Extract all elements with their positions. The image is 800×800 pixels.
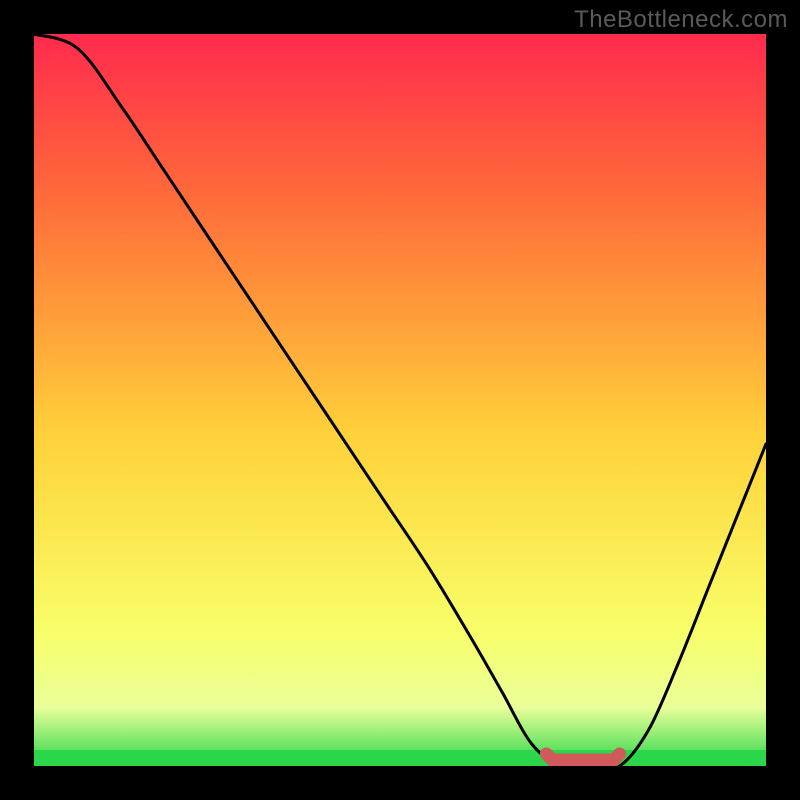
optimum-range-marker [546,754,619,760]
green-baseline-band [34,750,766,766]
plot-area [34,34,766,766]
gradient-background [34,34,766,766]
chart-frame: TheBottleneck.com [0,0,800,800]
watermark-text: TheBottleneck.com [574,6,788,34]
bottleneck-chart-svg [34,34,766,766]
